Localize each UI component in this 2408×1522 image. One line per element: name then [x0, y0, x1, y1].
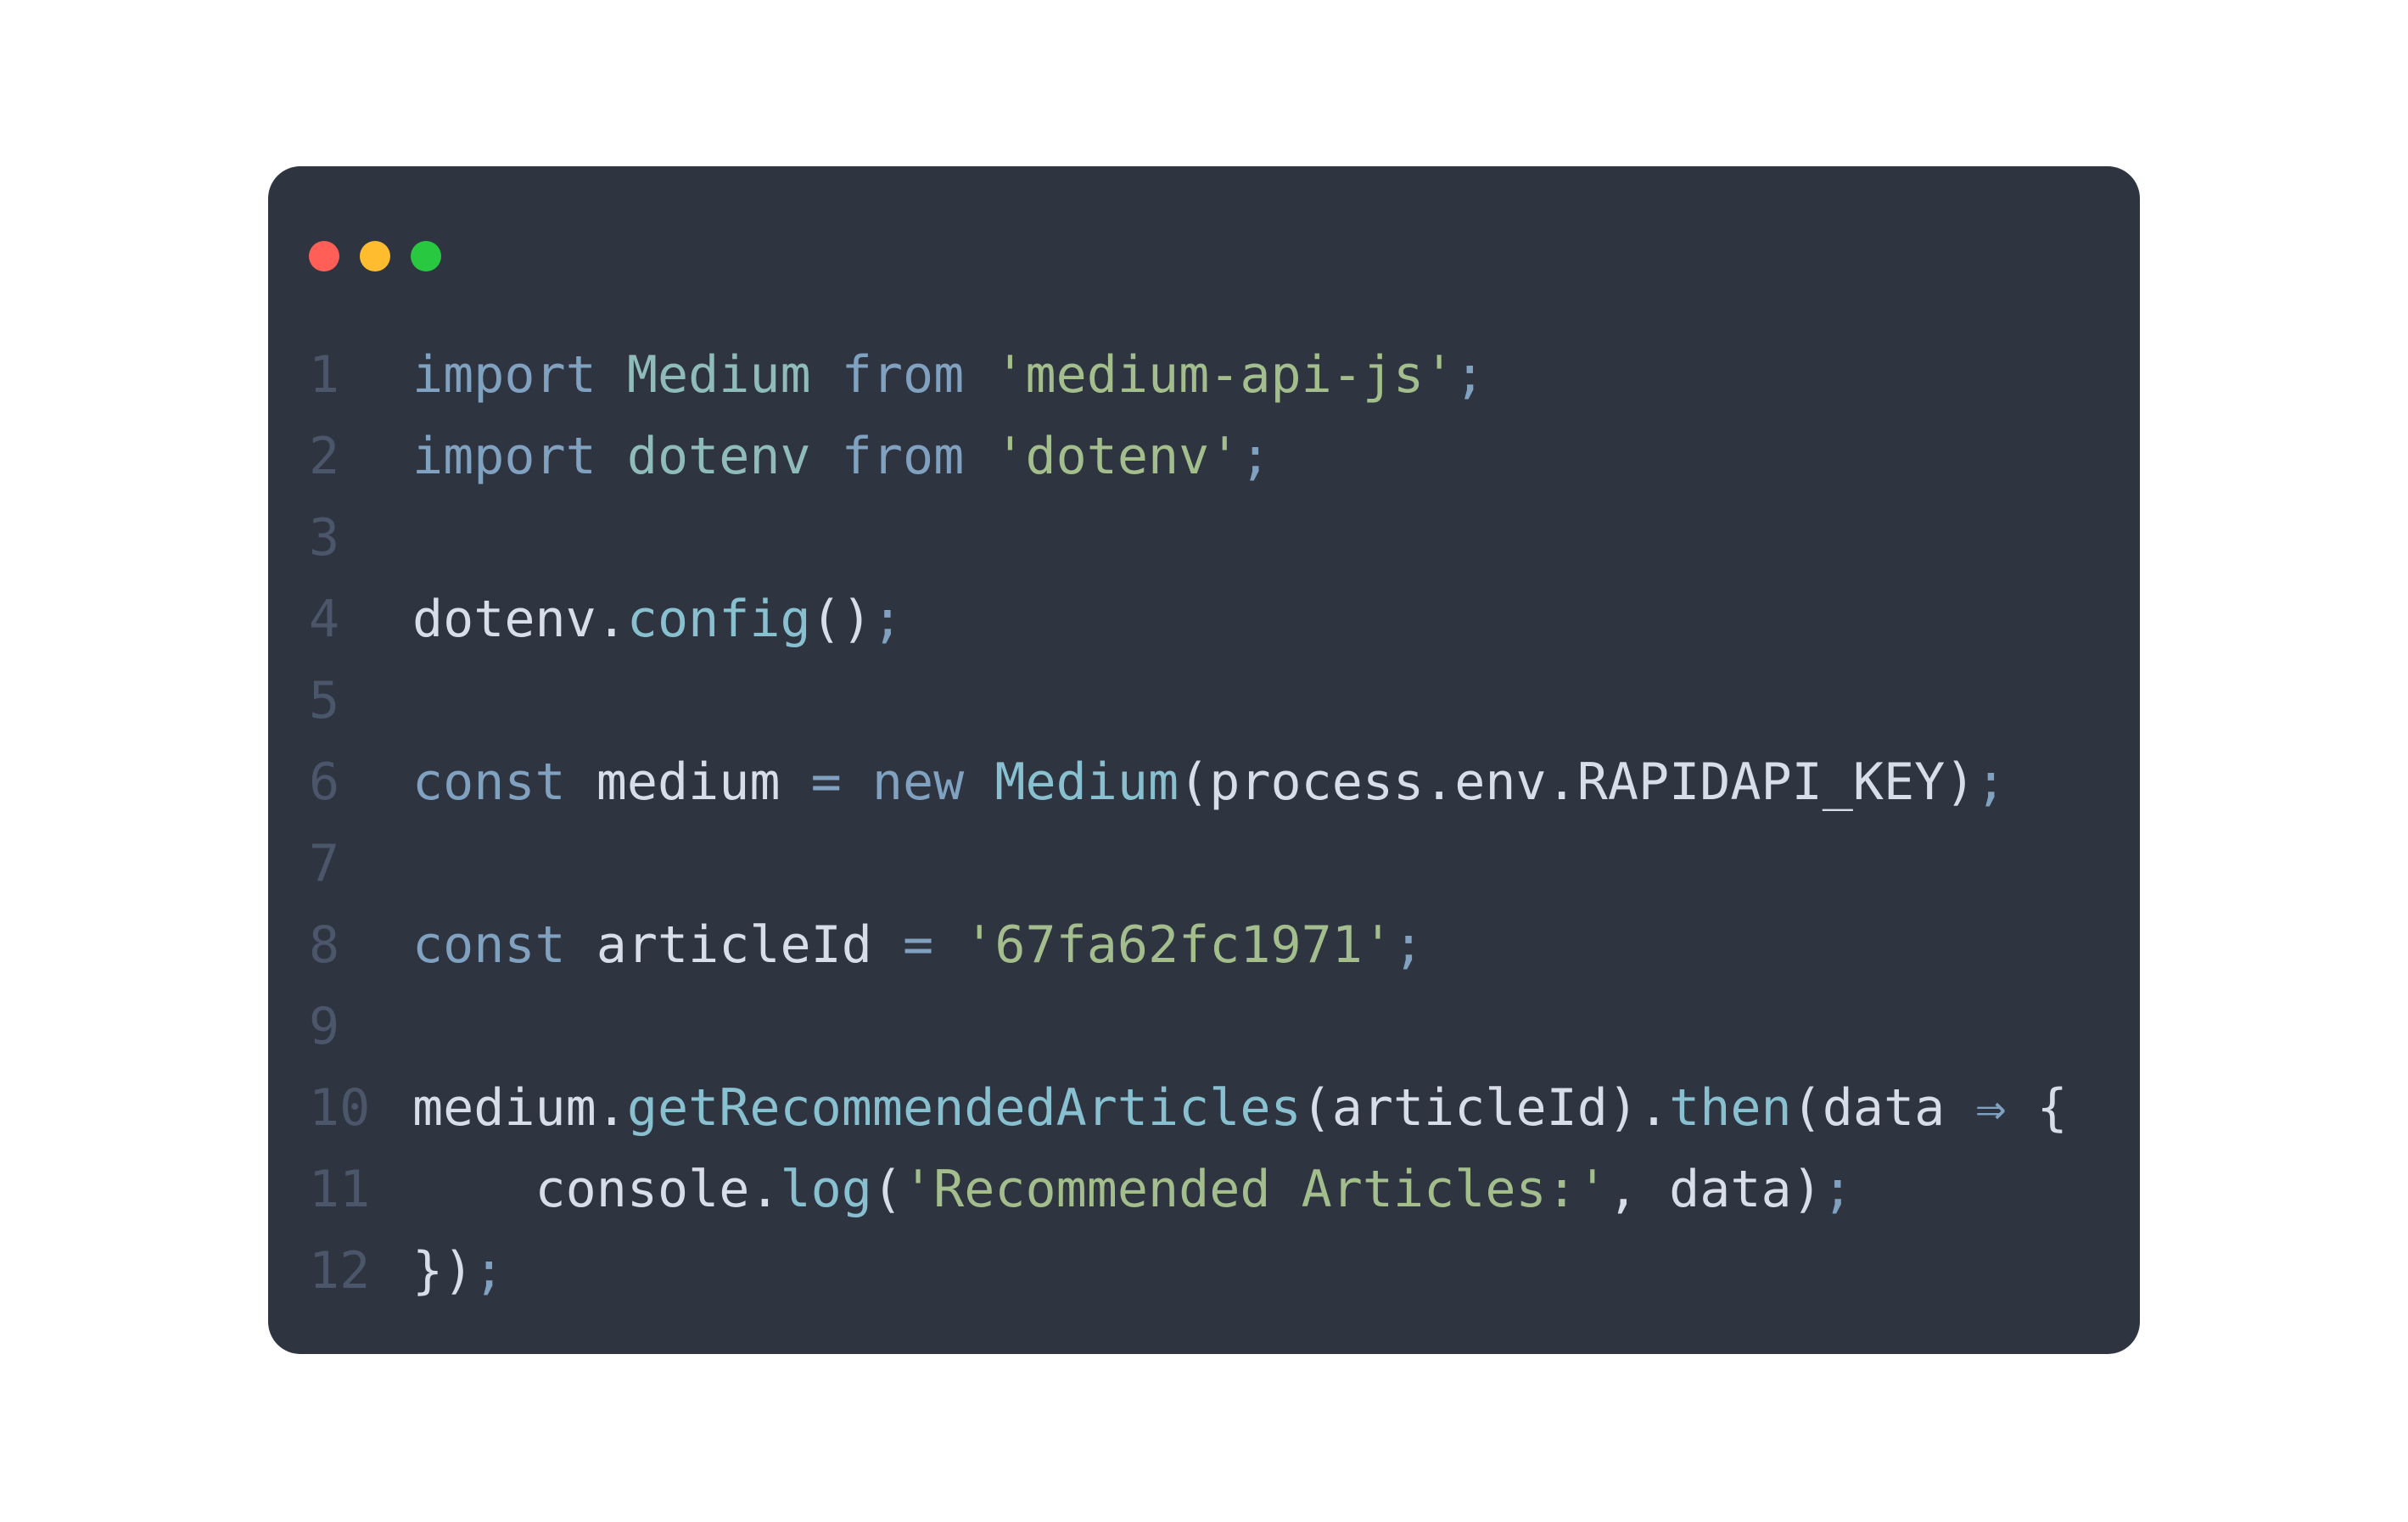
line-number: 6	[309, 753, 340, 812]
code-token-punct: ;	[1822, 1160, 1853, 1219]
code-token-keyword: ⇒	[1975, 1078, 2007, 1138]
code-token-string: '67fa62fc1971'	[964, 915, 1393, 975]
line-source: const medium = new Medium(process.env.RA…	[412, 741, 2006, 823]
code-token-function: log	[780, 1160, 872, 1219]
line-number: 3	[309, 508, 340, 568]
minimize-button[interactable]	[360, 241, 390, 271]
code-token-keyword: new	[871, 753, 965, 812]
code-token-plain: articleId	[565, 915, 903, 975]
code-token-keyword: const	[412, 915, 566, 975]
code-token-plain: (articleId).	[1301, 1078, 1670, 1138]
line-number: 10	[309, 1078, 371, 1138]
code-token-string: 'Recommended Articles:'	[902, 1160, 1608, 1219]
code-token-plain: , data)	[1607, 1160, 1823, 1219]
code-line: 10 medium.getRecommendedArticles(articleI…	[309, 1067, 2068, 1149]
line-source: console.log('Recommended Articles:', dat…	[412, 1149, 1853, 1230]
code-token-punct: ;	[871, 590, 903, 649]
line-source: const articleId = '67fa62fc1971';	[412, 904, 1424, 986]
line-number: 4	[309, 590, 340, 649]
code-line: 1 import Medium from 'medium-api-js';	[309, 334, 2068, 416]
line-source: dotenv.config();	[412, 579, 903, 660]
code-token-plain: (data	[1791, 1078, 1976, 1138]
code-token-function: Medium	[994, 753, 1179, 812]
code-token-keyword: import	[412, 427, 596, 486]
code-line: 6 const medium = new Medium(process.env.R…	[309, 741, 2068, 823]
code-token-keyword: from	[841, 345, 965, 405]
code-token-function: config	[626, 590, 811, 649]
code-token-plain: })	[412, 1241, 474, 1301]
line-number: 8	[309, 915, 340, 975]
code-line: 11 console.log('Recommended Articles:', …	[309, 1149, 2068, 1230]
line-number: 2	[309, 427, 340, 486]
close-button[interactable]	[309, 241, 339, 271]
code-token-plain: medium.	[412, 1078, 627, 1138]
code-token-plain: {	[2006, 1078, 2068, 1138]
code-token-plain: .	[596, 590, 627, 649]
code-token-punct: ;	[1454, 345, 1486, 405]
code-token-keyword: const	[412, 753, 566, 812]
code-token-keyword: =	[902, 915, 934, 975]
code-token-keyword: =	[810, 753, 842, 812]
line-number: 11	[309, 1160, 371, 1219]
code-token-punct: ;	[1240, 427, 1271, 486]
code-line: 4 dotenv.config();	[309, 579, 2068, 660]
code-token-keyword: from	[841, 427, 965, 486]
code-token-keyword: import	[412, 345, 596, 405]
zoom-button[interactable]	[411, 241, 441, 271]
code-token-plain: ()	[810, 590, 872, 649]
code-token-punct: ;	[1392, 915, 1425, 975]
code-line: 9	[309, 986, 2068, 1067]
code-token-punct: ;	[1975, 753, 2007, 812]
code-line: 2 import dotenv from 'dotenv';	[309, 416, 2068, 497]
code-line: 7	[309, 823, 2068, 904]
code-token-plain: console.	[412, 1160, 781, 1219]
code-token-punct: ;	[473, 1241, 505, 1301]
code-window: 1 import Medium from 'medium-api-js'; 2 imp…	[268, 166, 2140, 1354]
code-token-string: 'dotenv'	[994, 427, 1240, 486]
line-source: medium.getRecommendedArticles(articleId)…	[412, 1067, 2068, 1149]
code-line: 3	[309, 497, 2068, 579]
code-token-class: dotenv	[626, 427, 811, 486]
code-token-plain: (	[871, 1160, 903, 1219]
code-token-string: 'medium-api-js'	[994, 345, 1455, 405]
code-token-class: Medium	[626, 345, 811, 405]
code-token-plain: medium	[565, 753, 811, 812]
code-token-function: then	[1669, 1078, 1792, 1138]
code-line: 5	[309, 660, 2068, 741]
window-controls	[309, 241, 441, 271]
code-line: 12});	[309, 1230, 2068, 1312]
line-number: 1	[309, 345, 340, 405]
code-block: 1 import Medium from 'medium-api-js'; 2 imp…	[309, 334, 2068, 1312]
line-number: 7	[309, 834, 340, 893]
line-number: 5	[309, 671, 340, 730]
line-source: import Medium from 'medium-api-js';	[412, 334, 1485, 416]
code-token-plain: dotenv	[412, 590, 596, 649]
line-number: 9	[309, 997, 340, 1056]
line-number: 12	[309, 1241, 371, 1301]
code-token-function: getRecommendedArticles	[626, 1078, 1302, 1138]
code-line: 8 const articleId = '67fa62fc1971';	[309, 904, 2068, 986]
code-token-plain: (process.env.RAPIDAPI_KEY)	[1179, 753, 1976, 812]
line-source: import dotenv from 'dotenv';	[412, 416, 1270, 497]
line-source: });	[412, 1230, 504, 1312]
